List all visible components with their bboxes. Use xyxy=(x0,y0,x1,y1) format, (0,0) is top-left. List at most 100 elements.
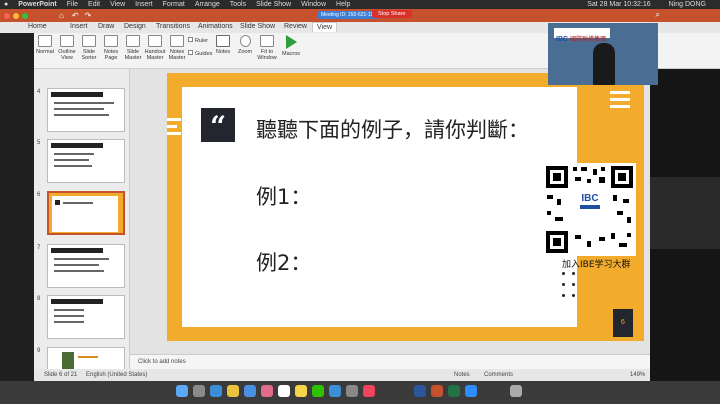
notes-button[interactable]: Notes xyxy=(212,35,234,55)
trash-icon[interactable] xyxy=(510,385,522,397)
menu-format[interactable]: Format xyxy=(163,1,185,8)
safari-icon[interactable] xyxy=(210,385,222,397)
macros-label: Macros xyxy=(281,51,301,57)
presenter-logo: IBC 國際聯橋集團 xyxy=(554,28,610,43)
tab-animations[interactable]: Animations xyxy=(198,23,233,30)
normal-view-button[interactable]: Normal xyxy=(34,35,56,55)
ibc-logo-bar xyxy=(580,205,600,209)
decor-dot xyxy=(572,272,575,275)
thumb-header xyxy=(51,299,103,304)
search-icon[interactable]: ⌕ xyxy=(656,10,660,20)
menu-insert[interactable]: Insert xyxy=(135,1,153,8)
decor-dot xyxy=(226,311,229,314)
apple-icon[interactable]: ● xyxy=(4,1,8,8)
notes-page-button[interactable]: Notes Page xyxy=(100,35,122,61)
stop-share-button[interactable]: Stop Share xyxy=(372,10,412,18)
calendar-icon[interactable] xyxy=(278,385,290,397)
powerpoint-icon[interactable] xyxy=(431,385,443,397)
zoom-button[interactable]: Zoom xyxy=(234,35,256,55)
menu-tools[interactable]: Tools xyxy=(230,1,246,8)
notes-pane[interactable]: Click to add notes xyxy=(130,354,650,369)
zoom-app-icon[interactable] xyxy=(465,385,477,397)
zoom-level[interactable]: 149% xyxy=(630,372,645,378)
menu-file[interactable]: File xyxy=(67,1,78,8)
thumb-quote xyxy=(55,200,60,205)
handout-master-button[interactable]: Handout Master xyxy=(144,35,166,61)
notes-master-button[interactable]: Notes Master xyxy=(166,35,188,61)
zoom-icon xyxy=(239,35,251,47)
tab-draw[interactable]: Draw xyxy=(98,23,114,30)
guides-checkbox[interactable]: Guides xyxy=(188,50,212,57)
menu-slideshow[interactable]: Slide Show xyxy=(256,1,291,8)
tab-insert[interactable]: Insert xyxy=(70,23,88,30)
qr-code: IBC xyxy=(543,163,636,256)
macros-button[interactable]: Macros xyxy=(280,35,302,57)
launchpad-icon[interactable] xyxy=(193,385,205,397)
word-icon[interactable] xyxy=(414,385,426,397)
fit-to-window-button[interactable]: Fit to Window xyxy=(256,35,278,61)
music-icon[interactable] xyxy=(363,385,375,397)
menu-edit[interactable]: Edit xyxy=(88,1,100,8)
close-window-icon[interactable] xyxy=(4,12,10,19)
app-store-icon[interactable] xyxy=(329,385,341,397)
status-comments-button[interactable]: Comments xyxy=(484,372,513,378)
menu-view[interactable]: View xyxy=(110,1,125,8)
menu-window[interactable]: Window xyxy=(301,1,326,8)
tab-design[interactable]: Design xyxy=(124,23,146,30)
slide-stripe xyxy=(610,105,630,108)
tab-view[interactable]: View xyxy=(312,22,338,32)
example-1-text[interactable]: 例1： xyxy=(256,181,311,211)
ruler-checkbox[interactable]: Ruler xyxy=(188,37,208,44)
thumb-image xyxy=(62,352,74,369)
outline-view-button[interactable]: Outline View xyxy=(56,35,78,61)
slide-thumbnail[interactable] xyxy=(47,347,125,369)
menu-arrange[interactable]: Arrange xyxy=(195,1,220,8)
thumb-line xyxy=(54,264,99,266)
decor-dot xyxy=(218,311,221,314)
decor-dot xyxy=(562,294,565,297)
excel-icon[interactable] xyxy=(448,385,460,397)
slide-master-button[interactable]: Slide Master xyxy=(122,35,144,61)
slide-thumbnail[interactable] xyxy=(47,244,125,288)
menu-help[interactable]: Help xyxy=(336,1,350,8)
window-title-bar: ⌂ ↶ ↷ Meeting ID: 292-621-116 Stop Share… xyxy=(0,9,720,22)
slide-thumbnail[interactable] xyxy=(47,295,125,339)
slide-heading[interactable]: 聽聽下面的例子，請你判斷： xyxy=(256,114,529,144)
status-notes-button[interactable]: Notes xyxy=(454,372,470,378)
slide-thumbnails-panel[interactable]: 4 5 6 7 8 9 xyxy=(34,69,130,369)
example-2-text[interactable]: 例2： xyxy=(256,247,311,277)
slide-thumbnail-selected[interactable] xyxy=(47,191,125,235)
tab-transitions[interactable]: Transitions xyxy=(156,23,190,30)
notes-app-icon[interactable] xyxy=(295,385,307,397)
notes-icon xyxy=(216,35,230,47)
menu-app-name[interactable]: PowerPoint xyxy=(18,1,57,8)
maximize-window-icon[interactable] xyxy=(22,12,28,19)
home-icon[interactable]: ⌂ xyxy=(59,11,64,20)
settings-icon[interactable] xyxy=(346,385,358,397)
wechat-icon[interactable] xyxy=(312,385,324,397)
slide-sorter-button[interactable]: Slide Sorter xyxy=(78,35,100,61)
slide-stripe xyxy=(610,91,630,94)
redo-icon[interactable]: ↷ xyxy=(85,11,92,20)
normal-view-icon xyxy=(38,35,52,47)
slide-page-number: 6 xyxy=(621,319,625,326)
chrome-icon[interactable] xyxy=(227,385,239,397)
language-indicator[interactable]: English (United States) xyxy=(86,372,147,378)
tab-home[interactable]: Home xyxy=(28,23,47,30)
mail-icon[interactable] xyxy=(244,385,256,397)
minimize-window-icon[interactable] xyxy=(13,12,19,19)
tab-review[interactable]: Review xyxy=(284,23,307,30)
notes-placeholder[interactable]: Click to add notes xyxy=(138,359,186,365)
photos-icon[interactable] xyxy=(261,385,273,397)
thumb-number: 6 xyxy=(37,192,41,198)
tab-slideshow[interactable]: Slide Show xyxy=(240,23,275,30)
decor-dot xyxy=(218,322,221,325)
undo-icon[interactable]: ↶ xyxy=(72,11,79,20)
presenter-video: IBC 國際聯橋集團 xyxy=(548,23,658,85)
slide-thumbnail[interactable] xyxy=(47,139,125,183)
slide-thumbnail[interactable] xyxy=(47,88,125,132)
user-name[interactable]: Ning DONG xyxy=(669,1,706,8)
qr-caption: 加入IBE学习大群 xyxy=(562,260,631,270)
zoom-label: Zoom xyxy=(237,49,253,55)
finder-icon[interactable] xyxy=(176,385,188,397)
